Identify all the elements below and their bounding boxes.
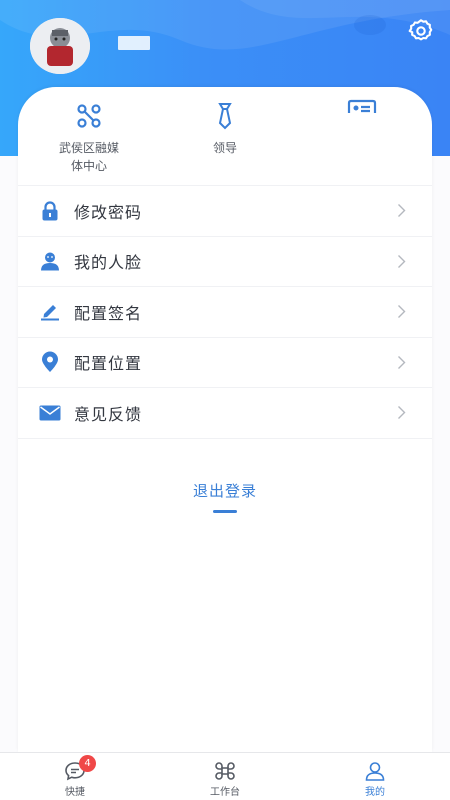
chevron-right-icon [398, 406, 406, 419]
menu-item-my-face[interactable]: 我的人脸 [18, 235, 432, 287]
logout-underline [213, 510, 237, 513]
logout-button[interactable]: 退出登录 [18, 480, 432, 513]
menu-item-label: 我的人脸 [74, 253, 143, 273]
pen-icon [41, 304, 59, 321]
settings-menu: 修改密码 我的人脸 配置签名 配置位置 意见反馈 [18, 185, 432, 439]
nav-tab-label: 快捷 [65, 787, 85, 798]
menu-item-label: 意见反馈 [74, 404, 143, 424]
profile-card: 武侯区融媒 体中心 领导 修改密码 我的人脸 配置签名 配置位置 意见反馈 退出… [18, 87, 432, 752]
mail-icon [39, 405, 61, 421]
chevron-right-icon [398, 254, 406, 268]
profile-screen: 武侯区融媒 体中心 领导 修改密码 我的人脸 配置签名 配置位置 意见反馈 退出… [0, 0, 450, 800]
menu-item-label: 配置签名 [74, 303, 143, 323]
notification-badge: 4 [79, 755, 96, 772]
tie-icon [218, 103, 232, 130]
shortcut-organization[interactable]: 武侯区融媒 体中心 [34, 101, 144, 175]
chevron-right-icon [398, 355, 406, 369]
shortcut-label: 武侯区融媒 体中心 [58, 141, 119, 173]
menu-item-label: 修改密码 [74, 202, 143, 222]
logout-label: 退出登录 [192, 482, 257, 500]
shortcut-row: 武侯区融媒 体中心 领导 [18, 87, 432, 185]
shortcut-id-card[interactable] [307, 99, 417, 127]
menu-item-signature[interactable]: 配置签名 [18, 286, 432, 337]
bottom-nav: 4 快捷 工作台 我的 [0, 752, 450, 800]
location-pin-icon [42, 351, 58, 373]
menu-item-feedback[interactable]: 意见反馈 [18, 387, 432, 438]
shortcut-leader[interactable]: 领导 [170, 101, 280, 157]
chevron-right-icon [398, 204, 406, 217]
nav-tab-shortcuts[interactable]: 4 快捷 [0, 753, 150, 800]
menu-divider [18, 437, 432, 439]
settings-button[interactable] [406, 16, 436, 46]
menu-item-location[interactable]: 配置位置 [18, 336, 432, 388]
menu-item-change-password[interactable]: 修改密码 [18, 185, 432, 236]
user-avatar[interactable] [30, 18, 90, 74]
org-structure-icon [77, 104, 101, 128]
person-icon [365, 762, 385, 781]
id-card-icon [347, 99, 377, 113]
avatar-image [30, 18, 90, 74]
gear-icon [408, 19, 433, 41]
nav-tab-mine[interactable]: 我的 [300, 753, 450, 800]
command-icon [215, 762, 235, 780]
chevron-right-icon [398, 305, 406, 318]
face-user-icon [41, 252, 59, 271]
nav-tab-label: 工作台 [210, 787, 240, 798]
nav-tab-workbench[interactable]: 工作台 [150, 753, 300, 800]
menu-item-label: 配置位置 [74, 354, 143, 374]
nav-tab-label: 我的 [365, 787, 385, 798]
shortcut-label: 领导 [212, 141, 237, 155]
username [118, 36, 150, 50]
lock-icon [42, 201, 58, 221]
